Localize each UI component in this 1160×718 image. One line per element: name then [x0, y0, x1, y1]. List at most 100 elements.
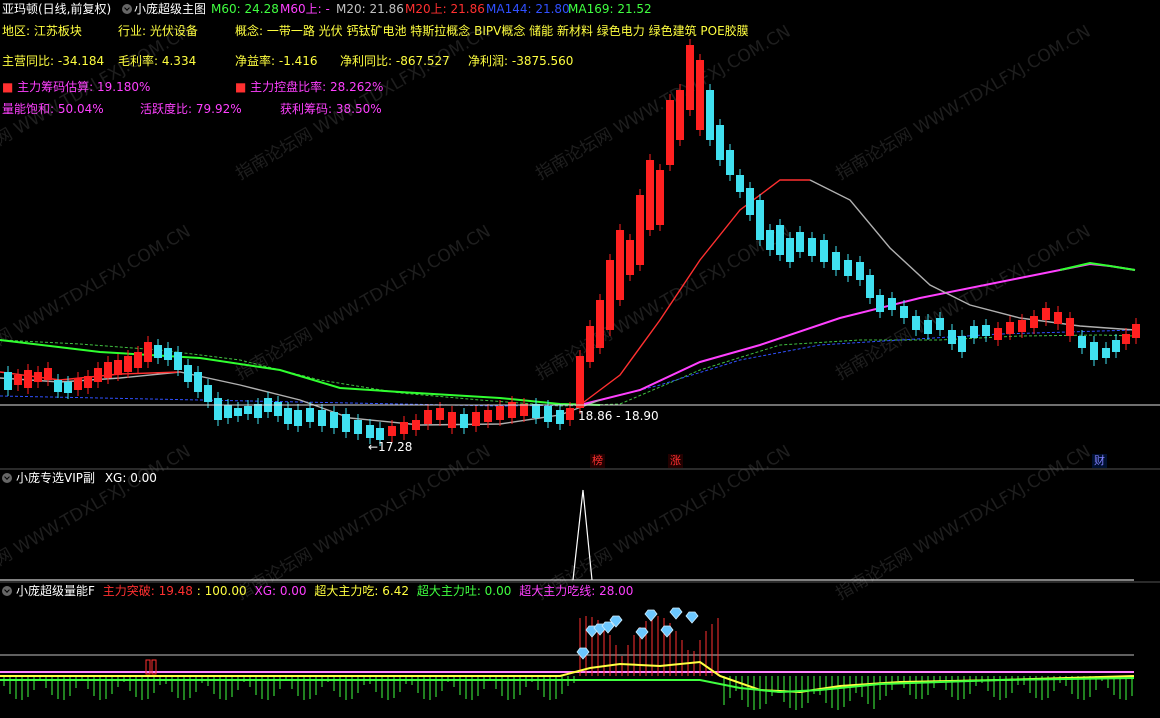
candle-body	[448, 412, 456, 428]
candle-body	[924, 320, 932, 334]
candle-body	[84, 376, 92, 388]
candle-body	[958, 336, 966, 352]
ma60-line-right	[1059, 261, 1136, 271]
watermark-text: 指南论坛网 WWW.TDXLFXJ.COM.CN	[833, 22, 1095, 185]
candle-body	[144, 342, 152, 362]
candle-body	[234, 408, 242, 416]
candle-body	[224, 405, 232, 418]
candle-body	[866, 275, 874, 298]
candle-body	[244, 406, 252, 414]
panel3-header: 小庞超级量能F 主力突破: 19.48 : 100.00 XG: 0.00 超大…	[2, 582, 633, 599]
watermark-text: 指南论坛网 WWW.TDXLFXJ.COM.CN	[533, 222, 795, 385]
candle-body	[832, 252, 840, 270]
candle-body	[970, 326, 978, 338]
candle-body	[1122, 334, 1130, 344]
candle-body	[1132, 324, 1140, 338]
candle-body	[1078, 336, 1086, 348]
candle-body	[306, 408, 314, 422]
candle-body	[994, 328, 1002, 340]
panel2-name[interactable]: 小庞专选VIP副	[16, 471, 95, 485]
event-tag-cai[interactable]: 财	[1092, 454, 1107, 468]
candle-body	[616, 230, 624, 300]
candle-body	[472, 412, 480, 426]
volume-panel	[0, 607, 1135, 710]
candle-body	[114, 360, 122, 375]
candle-body	[1030, 316, 1038, 328]
candle-body	[24, 370, 32, 388]
panel3-item-5: 超大主力吃线: 28.00	[519, 584, 634, 598]
watermark-text: 指南论坛网 WWW.TDXLFXJ.COM.CN	[233, 222, 495, 385]
candle-body	[184, 365, 192, 382]
candle-body	[666, 100, 674, 165]
candle-body	[284, 408, 292, 424]
candle-body	[496, 406, 504, 420]
chart-canvas[interactable]: 指南论坛网 WWW.TDXLFXJ.COM.CN 指南论坛网 WWW.TDXLFX…	[0, 0, 1160, 718]
candle-body	[596, 300, 604, 348]
panel3-item-0: 主力突破: 19.48	[102, 584, 193, 598]
candle-body	[254, 404, 262, 418]
candle-body	[54, 380, 62, 392]
candle-body	[726, 150, 734, 175]
candle-body	[1054, 312, 1062, 324]
candle-body	[318, 410, 326, 426]
candle-body	[294, 410, 302, 426]
candle-body	[936, 318, 944, 330]
candle-body	[4, 372, 12, 390]
candle-body	[746, 188, 754, 215]
panel3-name[interactable]: 小庞超级量能F	[16, 584, 95, 598]
candle-body	[808, 238, 816, 256]
candle-body	[948, 330, 956, 344]
candle-body	[1018, 320, 1026, 332]
candle-body	[776, 225, 784, 255]
candle-body	[912, 316, 920, 330]
candle-body	[64, 382, 72, 393]
candle-body	[412, 420, 420, 430]
panel2-header: 小庞专选VIP副 XG: 0.00	[2, 469, 157, 486]
candle-body	[1102, 348, 1110, 358]
candle-body	[696, 60, 704, 130]
watermark-text: 指南论坛网 WWW.TDXLFXJ.COM.CN	[0, 22, 194, 185]
candle-body	[342, 414, 350, 432]
panel3-item-3: 超大主力吃: 6.42	[314, 584, 409, 598]
panel2-menu-icon[interactable]	[2, 473, 12, 483]
diamond-icon	[576, 647, 590, 660]
event-tag-bang[interactable]: 榜	[590, 454, 605, 468]
candle-body	[736, 175, 744, 192]
candle-body	[134, 352, 142, 368]
candle-body	[888, 298, 896, 310]
candle-body	[900, 306, 908, 318]
candle-body	[1112, 340, 1120, 352]
candle-body	[786, 238, 794, 262]
candle-body	[354, 420, 362, 434]
candle-body	[508, 402, 516, 418]
candle-body	[606, 260, 614, 330]
candle-body	[844, 260, 852, 276]
panel3-item-1: : 100.00	[196, 584, 247, 598]
candle-body	[14, 375, 22, 385]
event-tag-zhang[interactable]: 涨	[668, 454, 683, 468]
candle-body	[124, 356, 132, 372]
panel3-menu-icon[interactable]	[2, 586, 12, 596]
candle-body	[706, 90, 714, 140]
candle-body	[716, 125, 724, 160]
candle-body	[686, 45, 694, 110]
candle-body	[626, 240, 634, 275]
candle-body	[94, 368, 102, 382]
candle-body	[104, 362, 112, 378]
diamond-icon	[660, 625, 674, 638]
candle-body	[164, 348, 172, 360]
panel3-item-2: XG: 0.00	[254, 584, 307, 598]
candle-body	[544, 406, 552, 422]
watermark-text: 指南论坛网 WWW.TDXLFXJ.COM.CN	[533, 22, 795, 185]
watermark-text: 指南论坛网 WWW.TDXLFXJ.COM.CN	[833, 222, 1095, 385]
candle-body	[1006, 322, 1014, 334]
candle-body	[424, 410, 432, 424]
candle-body	[376, 428, 384, 440]
candle-body	[676, 90, 684, 140]
candle-body	[44, 368, 52, 380]
candle-body	[366, 425, 374, 438]
candle-body	[1066, 318, 1074, 336]
candle-body	[656, 170, 664, 225]
candle-body	[856, 262, 864, 280]
panel3-item-4: 超大主力吐: 0.00	[416, 584, 512, 598]
